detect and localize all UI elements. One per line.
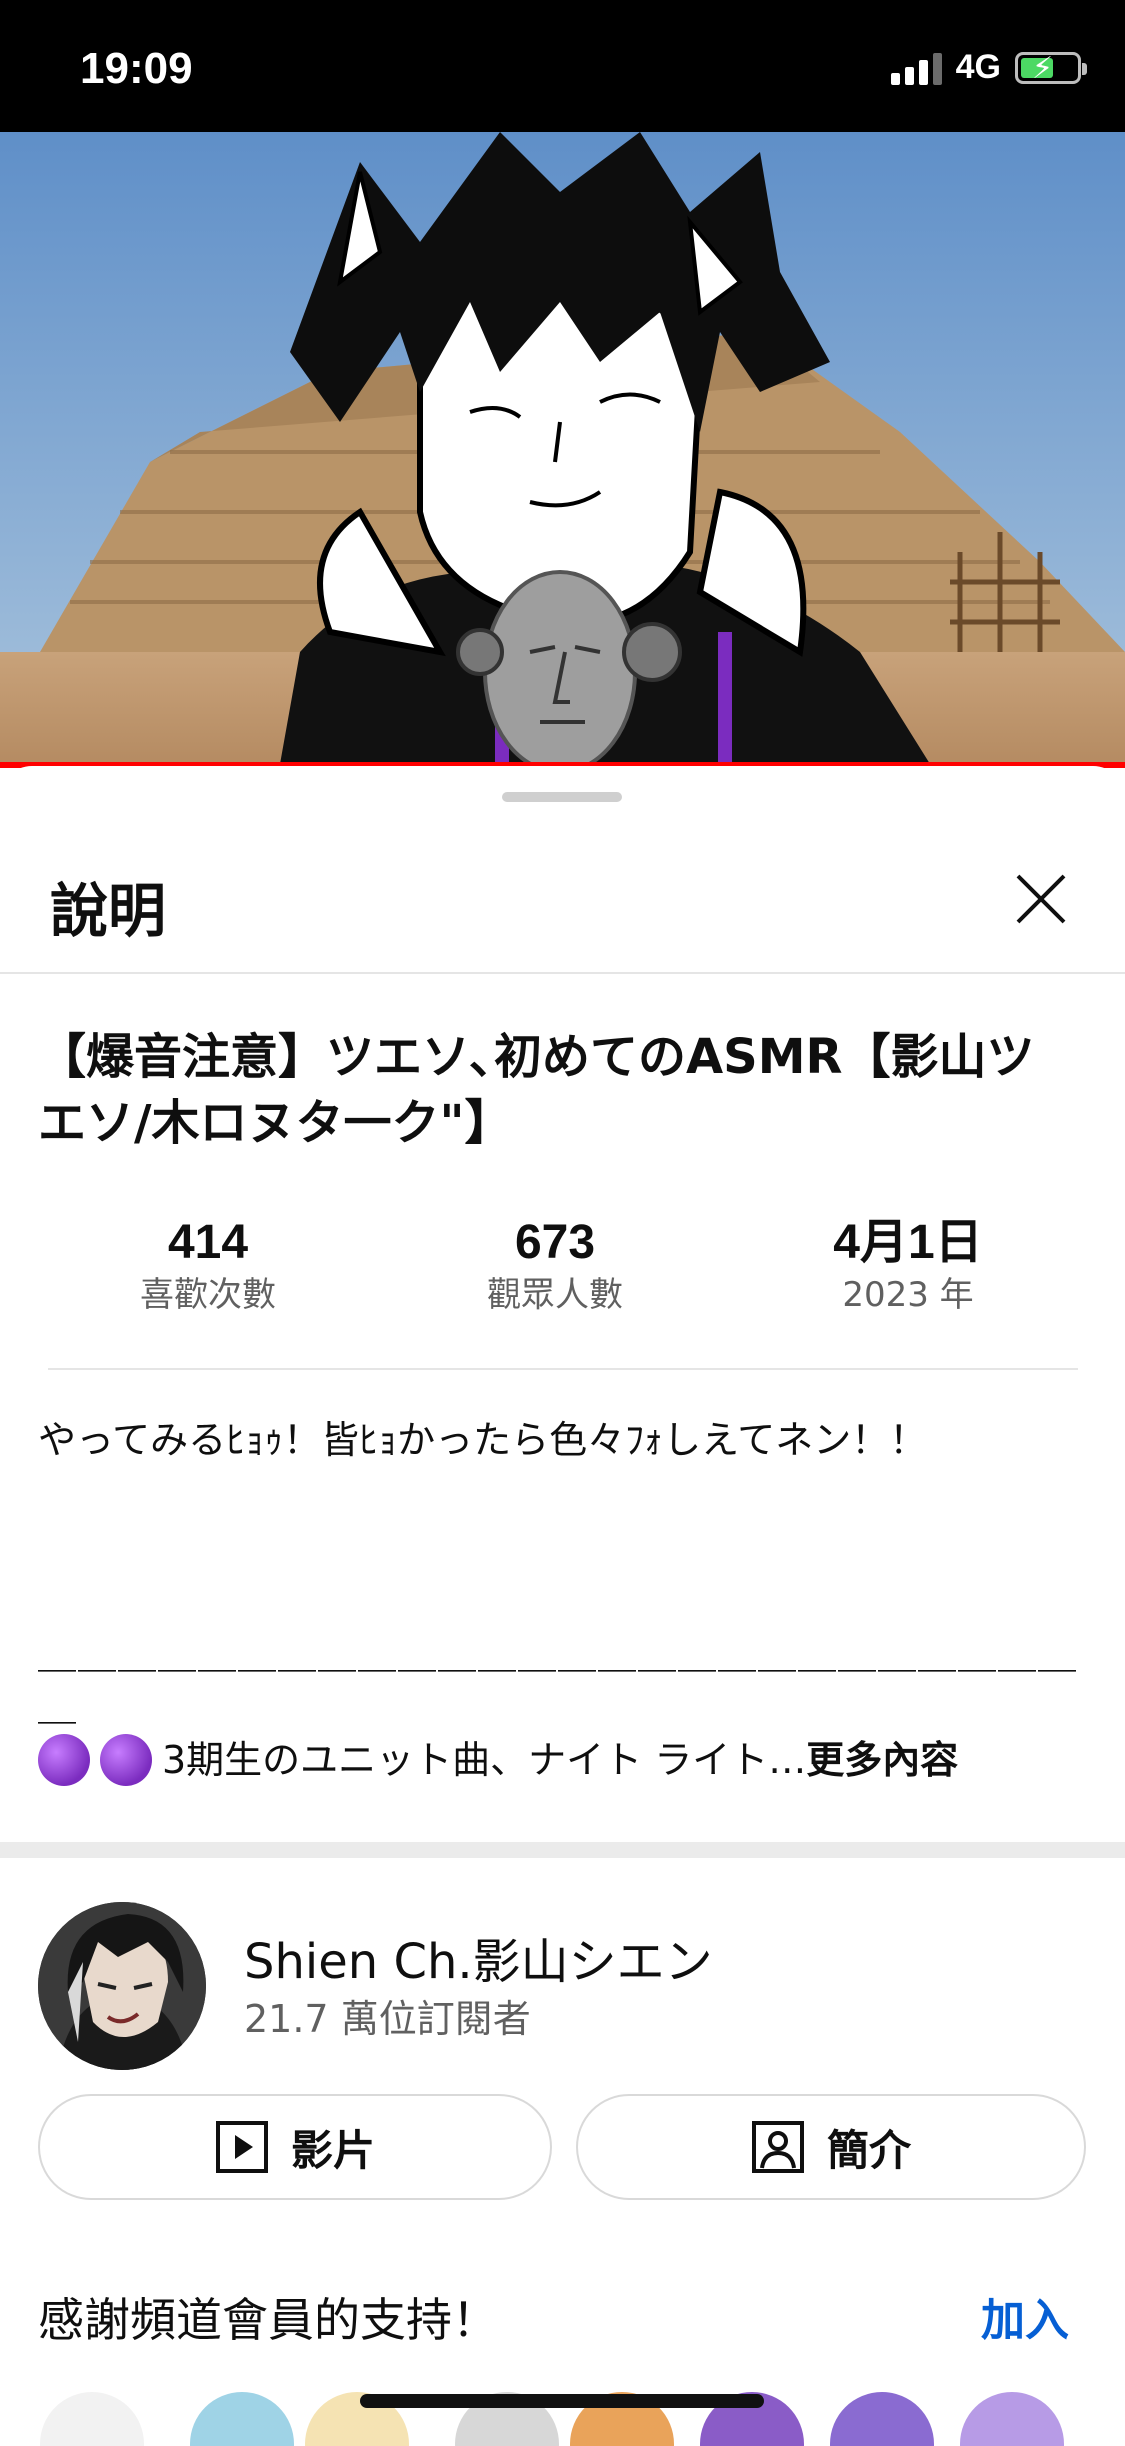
video-title: 【爆音注意】ツエソ､初めてのASMR【影山ツエソ/木ロヌタ一ク"】 bbox=[38, 1029, 1035, 1151]
description-sheet: 說明 【爆音注意】ツエソ､初めてのASMR【影山ツエソ/木ロヌタ一ク"】 414… bbox=[0, 766, 1125, 2446]
divider bbox=[0, 972, 1125, 974]
member-avatar bbox=[830, 2392, 934, 2446]
description-separator: ＿＿＿＿＿＿＿＿＿＿＿＿＿＿＿＿＿＿＿＿＿＿＿＿＿＿＿ bbox=[38, 1632, 1079, 1728]
stat-value: 4月1日 bbox=[833, 1216, 983, 1269]
member-avatar bbox=[190, 2392, 294, 2446]
member-avatar bbox=[960, 2392, 1064, 2446]
status-bar: 19:09 4G ⚡ bbox=[0, 0, 1125, 132]
stat-value: 414 bbox=[167, 1216, 249, 1269]
network-label: 4G bbox=[955, 48, 1001, 86]
video-frame bbox=[0, 132, 1125, 764]
subscriber-count: 21.7 萬位訂閱者 bbox=[244, 1997, 531, 2041]
status-indicators: 4G ⚡ bbox=[890, 48, 1087, 87]
status-time: 19:09 bbox=[80, 44, 193, 93]
divider bbox=[48, 1368, 1078, 1370]
stat-label: 2023 年 bbox=[842, 1275, 974, 1315]
membership-text: 感謝頻道會員的支持！ bbox=[38, 2293, 498, 2347]
close-button[interactable] bbox=[1008, 866, 1074, 932]
play-icon bbox=[215, 2121, 268, 2173]
videos-button[interactable]: 影片 bbox=[38, 2094, 552, 2200]
description-snippet: 3期生のユニット曲、ナイト ライト… bbox=[162, 1738, 807, 1782]
signal-icon bbox=[890, 51, 942, 85]
purple-circle-emoji bbox=[38, 1734, 90, 1786]
about-button-label: 簡介 bbox=[826, 2125, 911, 2175]
home-indicator[interactable] bbox=[360, 2394, 764, 2408]
person-icon bbox=[751, 2121, 804, 2173]
description-text: やってみるﾋｮｩ！皆ﾋｮかったら色々ﾌｫしえてネン！！ bbox=[38, 1418, 928, 1462]
stat-views: 673 觀眾人數 bbox=[425, 1214, 685, 1318]
about-button[interactable]: 簡介 bbox=[576, 2094, 1086, 2200]
purple-circle-emoji bbox=[100, 1734, 152, 1786]
videos-button-label: 影片 bbox=[290, 2125, 375, 2175]
section-divider bbox=[0, 1842, 1125, 1858]
close-icon bbox=[1016, 874, 1066, 924]
channel-name[interactable]: Shien Ch.影山シエン bbox=[244, 1922, 713, 1992]
more-button[interactable]: 更多內容 bbox=[806, 1734, 958, 1786]
stat-value: 673 bbox=[514, 1216, 596, 1269]
join-button[interactable]: 加入 bbox=[981, 2284, 1069, 2348]
sheet-title: 說明 bbox=[50, 877, 167, 945]
stat-label: 喜歡次數 bbox=[140, 1275, 276, 1315]
description-last-line: 3期生のユニット曲、ナイト ライト… 更多內容 bbox=[38, 1734, 1088, 1786]
avatar-image bbox=[38, 1902, 206, 2070]
battery-icon: ⚡ bbox=[1015, 51, 1087, 86]
stat-label: 觀眾人數 bbox=[487, 1275, 623, 1315]
channel-avatar[interactable] bbox=[38, 1902, 206, 2070]
stat-date: 4月1日 2023 年 bbox=[778, 1214, 1038, 1318]
member-avatar bbox=[40, 2392, 144, 2446]
drag-handle[interactable] bbox=[502, 792, 622, 802]
stat-likes: 414 喜歡次數 bbox=[78, 1214, 338, 1318]
video-player[interactable] bbox=[0, 132, 1125, 764]
